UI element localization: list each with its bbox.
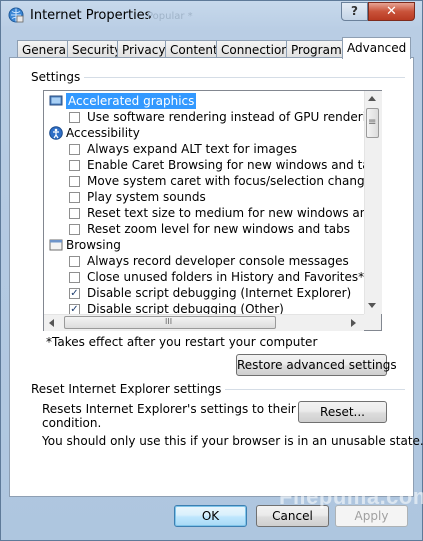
background-window-title: Popular * xyxy=(147,11,193,22)
list-item-label: Reset text size to medium for new window… xyxy=(87,206,382,220)
scroll-up-arrow-icon[interactable] xyxy=(367,95,377,102)
reset-group-label: Reset Internet Explorer settings xyxy=(31,382,226,396)
list-item-label: Accelerated graphics xyxy=(66,93,197,109)
list-item-label: Play system sounds xyxy=(87,190,206,204)
list-item-play-system-sounds[interactable]: Play system sounds xyxy=(44,189,364,205)
grip-icon: III xyxy=(165,317,173,326)
close-button[interactable]: ✕ xyxy=(368,2,415,21)
scroll-down-arrow-icon[interactable] xyxy=(367,302,377,309)
list-item-expand-alt-text[interactable]: Always expand ALT text for images xyxy=(44,141,364,157)
checkbox-checked[interactable]: ✓ xyxy=(69,288,80,299)
restart-footnote: *Takes effect after you restart your com… xyxy=(46,335,318,349)
list-item-browsing[interactable]: Browsing xyxy=(44,237,364,253)
settings-list[interactable]: Accelerated graphics Use software render… xyxy=(43,90,382,331)
reset-button[interactable]: Reset... xyxy=(298,401,387,423)
window-title: Internet Properties xyxy=(30,8,152,23)
checkbox[interactable] xyxy=(69,208,80,219)
list-item-label: Enable Caret Browsing for new windows an… xyxy=(87,158,382,172)
list-item-reset-zoom-level[interactable]: Reset zoom level for new windows and tab… xyxy=(44,221,364,237)
checkbox[interactable] xyxy=(69,144,80,155)
checkbox[interactable] xyxy=(69,224,80,235)
title-bar[interactable]: Internet Properties Popular * ? ✕ xyxy=(1,1,423,33)
internet-properties-dialog: Internet Properties Popular * ? ✕ Genera… xyxy=(0,0,423,541)
restore-advanced-settings-button[interactable]: Restore advanced settings xyxy=(236,354,397,376)
scrollbar-corner xyxy=(364,314,381,330)
grip-icon: ≡ xyxy=(368,117,377,128)
settings-group-label: Settings xyxy=(31,70,85,84)
accessibility-icon xyxy=(49,126,63,140)
list-item-label: Always expand ALT text for images xyxy=(87,142,297,156)
browsing-icon xyxy=(49,239,63,251)
ok-button[interactable]: OK xyxy=(174,505,247,527)
list-item-disable-script-debugging-ie[interactable]: ✓ Disable script debugging (Internet Exp… xyxy=(44,285,364,301)
list-item-accessibility[interactable]: Accessibility xyxy=(44,125,364,141)
watermark: Filepuma.com xyxy=(279,484,423,509)
checkbox[interactable] xyxy=(69,256,80,267)
checkbox[interactable] xyxy=(69,112,80,123)
checkbox[interactable] xyxy=(69,192,80,203)
list-item-record-console-messages[interactable]: Always record developer console messages xyxy=(44,253,364,269)
list-item-accelerated-graphics[interactable]: Accelerated graphics xyxy=(44,93,364,109)
list-item-label: Reset zoom level for new windows and tab… xyxy=(87,222,351,236)
tab-advanced[interactable]: Advanced xyxy=(342,37,412,59)
scroll-right-arrow-icon[interactable] xyxy=(350,318,357,328)
list-item-label: Always record developer console messages xyxy=(87,254,349,268)
list-item-close-unused-folders[interactable]: Close unused folders in History and Favo… xyxy=(44,269,364,285)
monitor-icon xyxy=(49,95,63,106)
list-item-label: Close unused folders in History and Favo… xyxy=(87,270,365,284)
list-item-label: Move system caret with focus/selection c… xyxy=(87,174,379,188)
checkbox[interactable] xyxy=(69,160,80,171)
internet-options-icon xyxy=(8,7,24,23)
settings-divider xyxy=(31,77,405,78)
reset-description: Resets Internet Explorer's settings to t… xyxy=(42,402,342,416)
list-item-label: Disable script debugging (Internet Explo… xyxy=(87,286,352,300)
help-button[interactable]: ? xyxy=(341,2,368,21)
horizontal-scroll-thumb[interactable]: III xyxy=(64,316,276,329)
checkbox[interactable] xyxy=(69,176,80,187)
list-item-reset-text-size[interactable]: Reset text size to medium for new window… xyxy=(44,205,381,221)
list-item-label: Use software rendering instead of GPU re… xyxy=(87,110,382,124)
reset-warning: You should only use this if your browser… xyxy=(42,434,423,448)
list-item-label: Accessibility xyxy=(66,126,140,140)
list-item-move-system-caret[interactable]: Move system caret with focus/selection c… xyxy=(44,173,378,189)
list-item-caret-browsing[interactable]: Enable Caret Browsing for new windows an… xyxy=(44,157,381,173)
checkbox[interactable] xyxy=(69,272,80,283)
scroll-left-arrow-icon[interactable] xyxy=(48,318,55,328)
vertical-scroll-thumb[interactable]: ≡ xyxy=(366,108,379,138)
list-item-software-rendering[interactable]: Use software rendering instead of GPU re… xyxy=(44,109,381,125)
reset-description-continued: condition. xyxy=(42,416,102,430)
list-item-label: Browsing xyxy=(66,238,121,252)
